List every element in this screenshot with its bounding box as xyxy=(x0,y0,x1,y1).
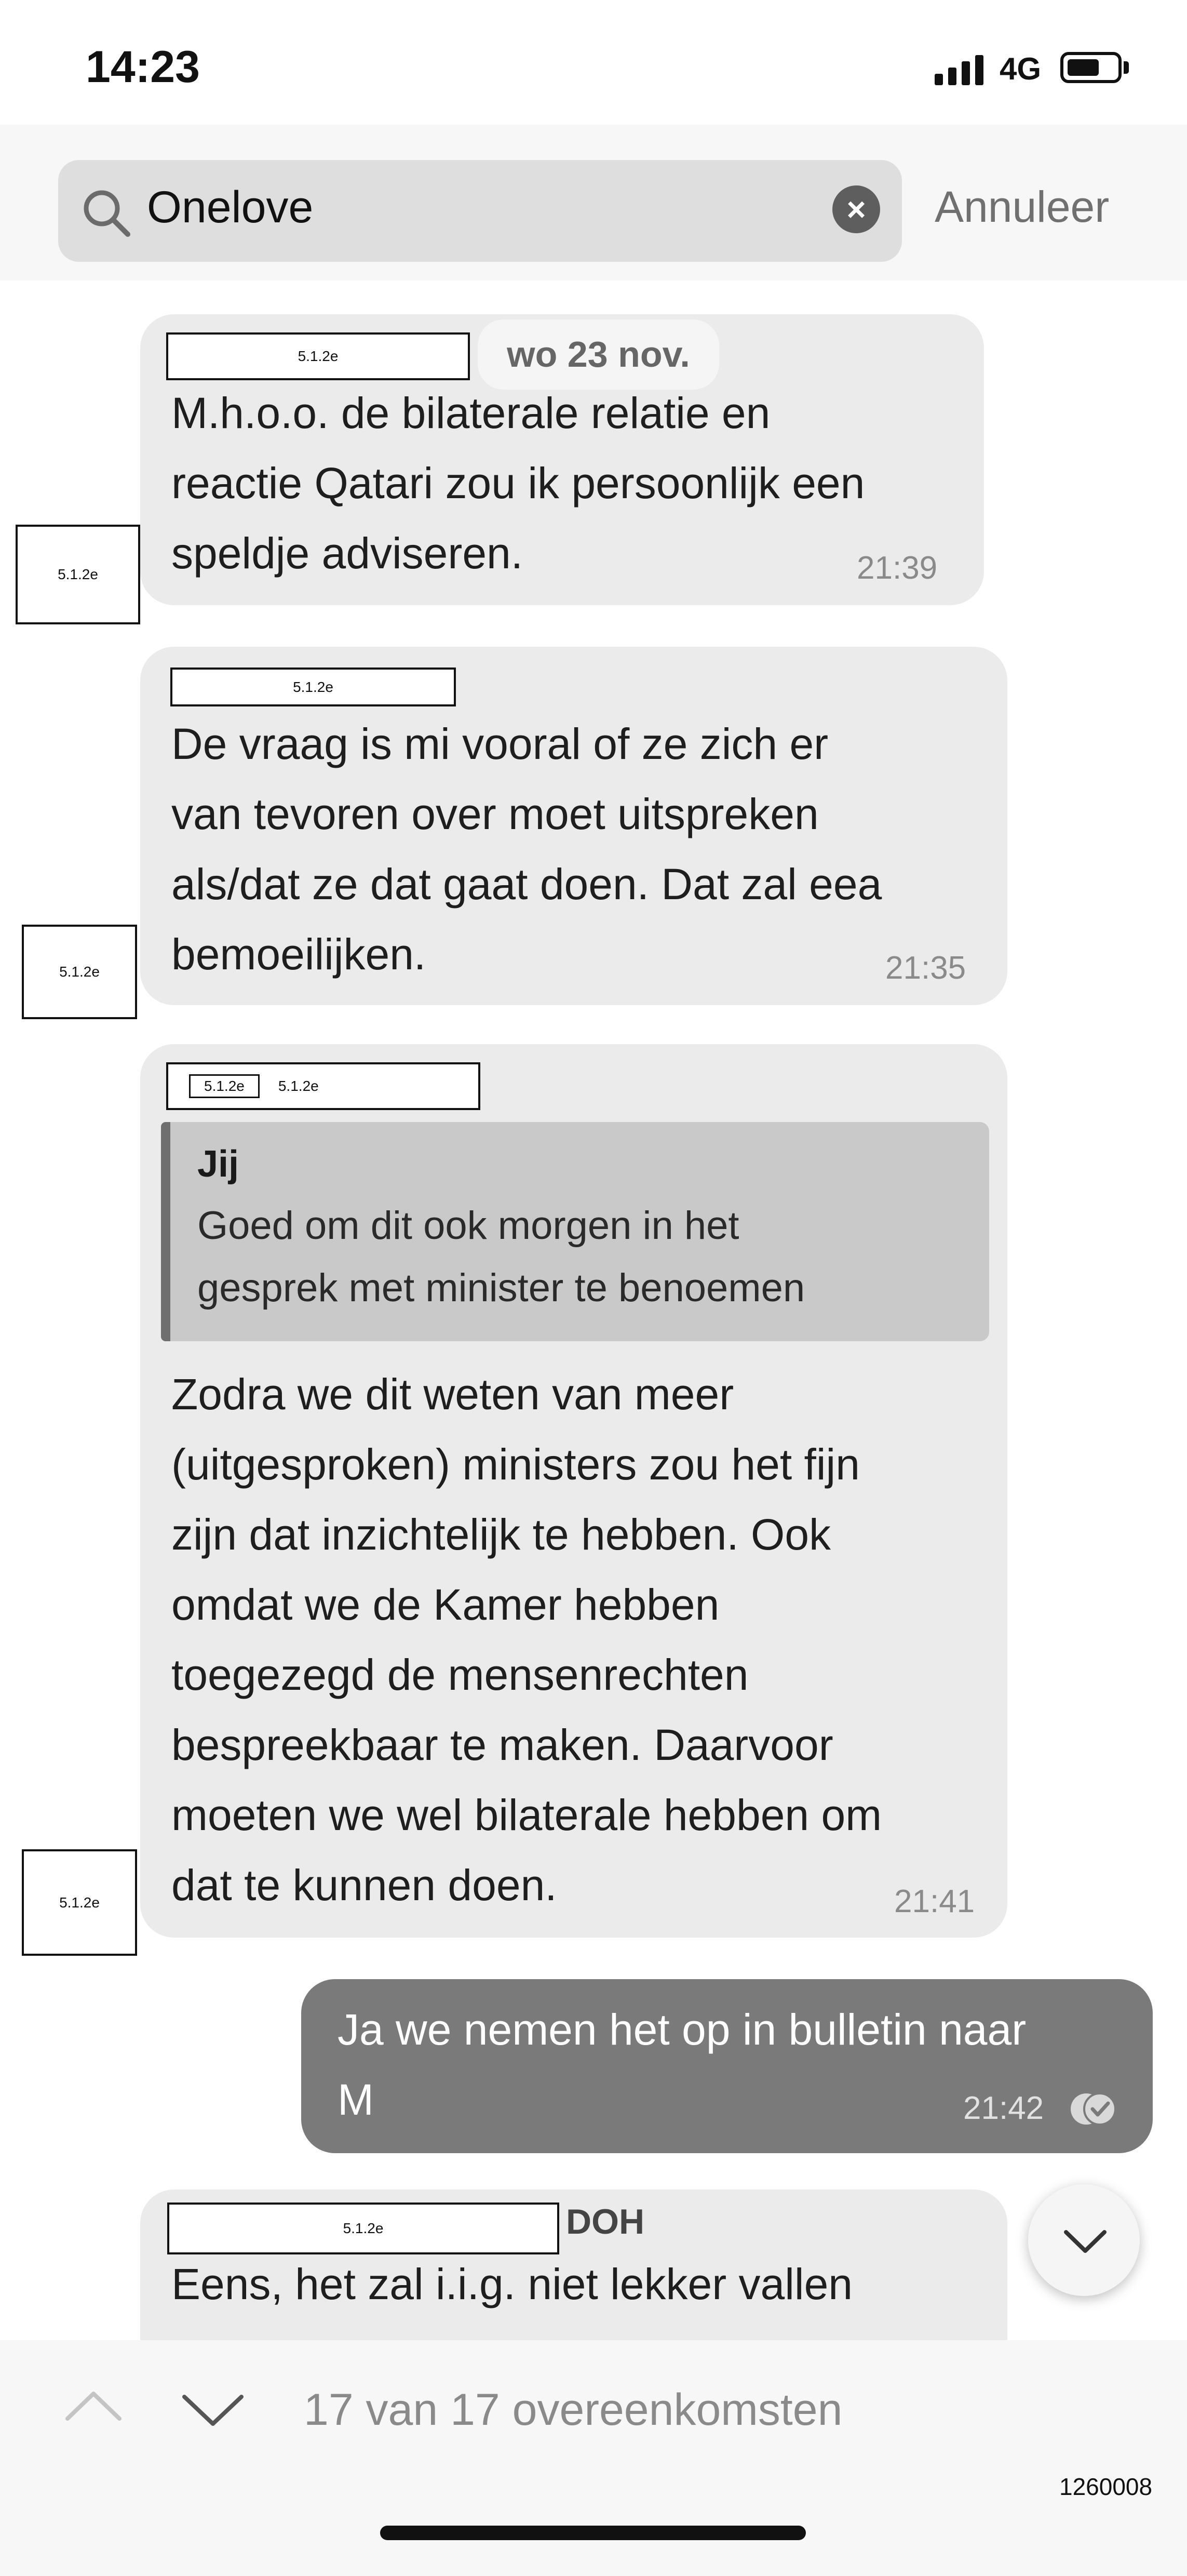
reply-quote-line: Goed om dit ook morgen in het xyxy=(197,1204,739,1248)
message-line: Zodra we dit weten van meer xyxy=(171,1370,734,1419)
message-line: M xyxy=(338,2075,374,2124)
cellular-signal-icon xyxy=(935,53,987,85)
search-navigation-bar xyxy=(0,2340,1187,2576)
document-id: 1260008 xyxy=(1059,2473,1153,2500)
message-line: bespreekbaar te maken. Daarvoor xyxy=(171,1720,833,1769)
reply-quote-author: Jij xyxy=(197,1143,239,1185)
message-line: toegezegd de mensenrechten xyxy=(171,1650,749,1699)
message-line: speldje adviseren. xyxy=(171,529,523,578)
redacted-label: 5.1.2e xyxy=(278,1078,319,1094)
message-line: reactie Qatari zou ik persoonlijk een xyxy=(171,459,865,508)
message-line: M.h.o.o. de bilaterale relatie en xyxy=(171,389,771,437)
previous-match-icon[interactable] xyxy=(62,2384,125,2426)
message-line: moeten we wel bilaterale hebben om xyxy=(171,1791,882,1839)
redacted-avatar: 5.1.2e xyxy=(22,925,137,1019)
reply-quote-bar xyxy=(161,1122,170,1341)
cancel-button[interactable]: Annuleer xyxy=(935,182,1109,232)
message-time: 21:35 xyxy=(885,950,966,986)
redacted-sender: 5.1.2e xyxy=(170,668,456,706)
redacted-sender: 5.1.2e xyxy=(167,2203,559,2254)
message-time: 21:41 xyxy=(894,1884,975,1919)
chevron-down-icon xyxy=(1064,2230,1107,2253)
clear-search-icon[interactable]: × xyxy=(832,185,880,233)
redacted-sender: 5.1.2e 5.1.2e xyxy=(166,1062,480,1110)
match-count: 17 van 17 overeenkomsten xyxy=(304,2385,843,2435)
home-indicator[interactable] xyxy=(380,2526,806,2540)
message-line: als/dat ze dat gaat doen. Dat zal eea xyxy=(171,860,882,909)
redacted-sender: 5.1.2e xyxy=(166,332,470,380)
read-receipt-icon xyxy=(1071,2092,1116,2126)
reply-quote-line: gesprek met minister te benoemen xyxy=(197,1266,805,1310)
message-line: zijn dat inzichtelijk te hebben. Ook xyxy=(171,1510,831,1559)
battery-tip xyxy=(1124,61,1129,74)
message-line: van tevoren over moet uitspreken xyxy=(171,790,819,838)
network-type: 4G xyxy=(1000,51,1042,86)
next-match-icon[interactable] xyxy=(179,2390,247,2431)
search-icon xyxy=(84,190,130,237)
redacted-avatar: 5.1.2e xyxy=(22,1849,137,1956)
message-line: dat te kunnen doen. xyxy=(171,1861,557,1910)
search-input[interactable]: Onelove xyxy=(147,182,313,233)
redacted-avatar: 5.1.2e xyxy=(16,525,140,624)
message-time: 21:39 xyxy=(857,550,938,586)
redacted-label: 5.1.2e xyxy=(189,1074,260,1098)
message-line: Eens, het zal i.i.g. niet lekker vallen xyxy=(171,2260,853,2308)
message-time: 21:42 xyxy=(963,2090,1044,2126)
status-time: 14:23 xyxy=(86,42,200,92)
sender-name-suffix: DOH xyxy=(566,2202,645,2241)
battery-icon xyxy=(1060,52,1122,83)
message-line: Ja we nemen het op in bulletin naar xyxy=(338,2005,1027,2054)
message-line: bemoeilijken. xyxy=(171,930,426,979)
message-line: (uitgesproken) ministers zou het fijn xyxy=(171,1440,860,1489)
message-line: De vraag is mi vooral of ze zich er xyxy=(171,719,829,768)
message-line: omdat we de Kamer hebben xyxy=(171,1580,720,1629)
